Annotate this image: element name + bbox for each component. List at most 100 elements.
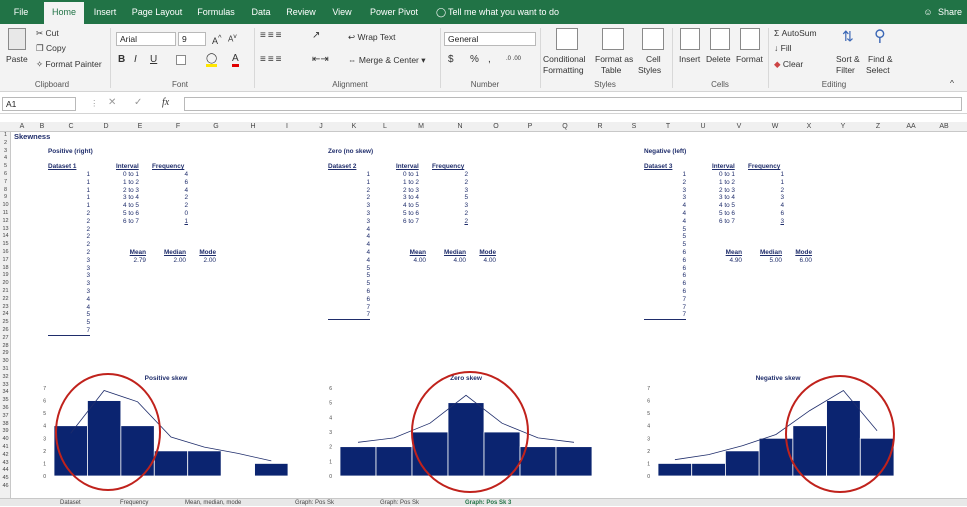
row-header[interactable]: 19 <box>0 272 11 280</box>
row-header[interactable]: 21 <box>0 288 11 296</box>
copy-button[interactable]: ❐ Copy <box>36 43 66 54</box>
decimal-buttons[interactable]: .0 .00 <box>506 56 521 62</box>
conditional-formatting-label[interactable]: Conditional <box>543 54 586 64</box>
column-header[interactable]: Z <box>861 122 895 132</box>
fill-button[interactable]: ↓ Fill <box>774 43 791 53</box>
font-color-icon[interactable]: A <box>232 53 239 67</box>
share-button[interactable]: Share <box>936 0 964 24</box>
sort-filter-label[interactable]: Sort & <box>836 54 860 64</box>
search-icon[interactable]: ⚲ <box>874 26 886 46</box>
italic-button[interactable]: I <box>134 54 137 65</box>
row-header[interactable]: 8 <box>0 187 11 195</box>
underline-button[interactable]: U <box>150 54 157 65</box>
find-select-label[interactable]: Find & <box>868 54 893 64</box>
row-header[interactable]: 40 <box>0 436 11 444</box>
row-header[interactable]: 13 <box>0 226 11 234</box>
row-header[interactable]: 11 <box>0 210 11 218</box>
fill-color-icon[interactable]: ◯ <box>206 53 218 67</box>
tab-insert[interactable]: Insert <box>88 0 122 24</box>
row-header[interactable]: 42 <box>0 452 11 460</box>
column-header[interactable]: H <box>235 122 271 132</box>
insert-cells-icon[interactable] <box>680 28 700 50</box>
row-header[interactable]: 18 <box>0 265 11 273</box>
row-header[interactable]: 14 <box>0 233 11 241</box>
row-header[interactable]: 33 <box>0 382 11 390</box>
sort-filter-sub[interactable]: Filter <box>836 65 855 75</box>
currency-button[interactable]: $ <box>448 54 454 65</box>
insert-function-icon[interactable]: fx <box>162 97 169 108</box>
row-header[interactable]: 12 <box>0 218 11 226</box>
format-as-table-sub[interactable]: Table <box>601 65 621 75</box>
column-header[interactable]: N <box>441 122 479 132</box>
column-header[interactable]: S <box>617 122 651 132</box>
row-header[interactable]: 45 <box>0 475 11 483</box>
tab-home[interactable]: Home <box>44 2 84 24</box>
row-header[interactable]: 22 <box>0 296 11 304</box>
row-header[interactable]: 3 <box>0 148 11 156</box>
row-header[interactable]: 46 <box>0 483 11 491</box>
column-header[interactable]: A <box>11 122 33 132</box>
column-header[interactable]: E <box>121 122 159 132</box>
grow-font-button[interactable]: A^ <box>212 33 222 46</box>
paste-icon[interactable] <box>8 28 26 50</box>
row-header[interactable]: 7 <box>0 179 11 187</box>
insert-cells-label[interactable]: Insert <box>679 54 700 64</box>
name-box[interactable]: A1 <box>2 97 76 111</box>
column-header[interactable]: M <box>401 122 441 132</box>
delete-cells-label[interactable]: Delete <box>706 54 731 64</box>
row-header[interactable]: 10 <box>0 202 11 210</box>
row-header[interactable]: 27 <box>0 335 11 343</box>
font-size-select[interactable]: 9 <box>178 32 206 46</box>
column-header[interactable]: I <box>271 122 303 132</box>
align-vertical-buttons[interactable]: ≡≡≡ <box>260 30 284 41</box>
row-header[interactable]: 34 <box>0 389 11 397</box>
row-header[interactable]: 4 <box>0 155 11 163</box>
column-header[interactable]: L <box>369 122 401 132</box>
cut-button[interactable]: ✂ Cut <box>36 28 59 39</box>
row-header[interactable]: 28 <box>0 343 11 351</box>
enter-icon[interactable]: ✓ <box>134 97 142 108</box>
conditional-formatting-sub[interactable]: Formatting <box>543 65 584 75</box>
wrap-text-button[interactable]: ↩ Wrap Text <box>348 32 395 43</box>
font-name-select[interactable]: Arial <box>116 32 176 46</box>
row-header[interactable]: 23 <box>0 304 11 312</box>
column-header[interactable]: O <box>479 122 513 132</box>
cell-styles-icon[interactable] <box>642 28 664 50</box>
row-header[interactable]: 5 <box>0 163 11 171</box>
row-header[interactable]: 26 <box>0 327 11 335</box>
row-header[interactable]: 36 <box>0 405 11 413</box>
column-header[interactable]: G <box>197 122 235 132</box>
tab-data[interactable]: Data <box>246 0 276 24</box>
column-header[interactable]: X <box>793 122 825 132</box>
column-header[interactable]: Q <box>547 122 583 132</box>
column-header[interactable]: U <box>685 122 721 132</box>
format-cells-icon[interactable] <box>740 28 760 50</box>
borders-icon[interactable] <box>176 55 186 65</box>
column-header[interactable]: K <box>339 122 369 132</box>
column-header[interactable]: P <box>513 122 547 132</box>
cancel-icon[interactable]: ✕ <box>108 97 116 108</box>
orientation-icon[interactable]: ↗ <box>312 30 320 41</box>
number-format-select[interactable]: General <box>444 32 536 46</box>
row-header[interactable]: 20 <box>0 280 11 288</box>
delete-cells-icon[interactable] <box>710 28 730 50</box>
row-header[interactable]: 31 <box>0 366 11 374</box>
row-header[interactable]: 35 <box>0 397 11 405</box>
tab-file[interactable]: File <box>6 0 36 24</box>
comma-button[interactable]: , <box>488 54 491 65</box>
cell-styles-label[interactable]: Cell <box>646 54 661 64</box>
formula-input[interactable] <box>184 97 962 111</box>
row-header[interactable]: 24 <box>0 311 11 319</box>
bold-button[interactable]: B <box>118 54 125 65</box>
column-header[interactable]: Y <box>825 122 861 132</box>
row-header[interactable]: 44 <box>0 467 11 475</box>
column-header[interactable]: T <box>651 122 685 132</box>
format-as-table-icon[interactable] <box>602 28 624 50</box>
shrink-font-button[interactable]: Av <box>228 33 237 44</box>
row-header[interactable]: 6 <box>0 171 11 179</box>
tell-me-search[interactable]: Tell me what you want to do <box>448 0 568 24</box>
collapse-ribbon-icon[interactable]: ^ <box>950 78 954 88</box>
row-header[interactable]: 37 <box>0 413 11 421</box>
tab-formulas[interactable]: Formulas <box>192 0 240 24</box>
merge-center-button[interactable]: ⇔ Merge & Center ▾ <box>348 55 426 66</box>
